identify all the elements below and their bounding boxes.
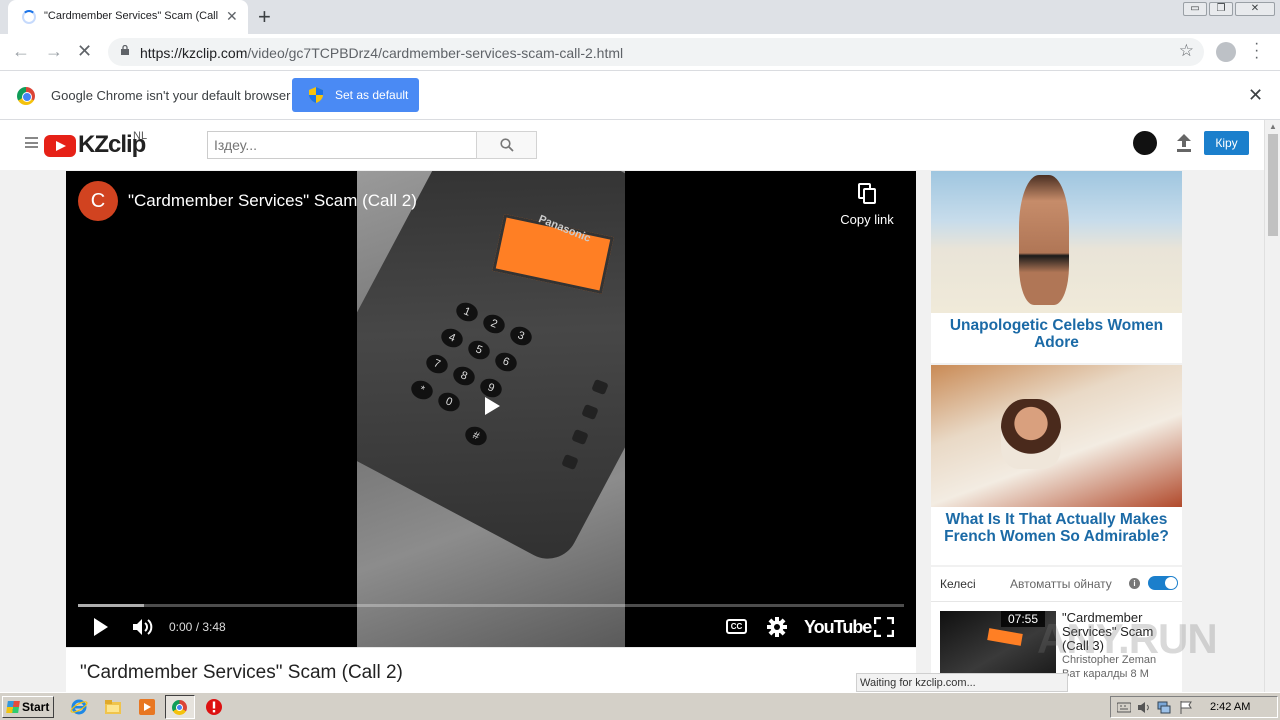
system-tray: 2:42 AM (1110, 696, 1278, 718)
minimize-button[interactable]: ▭ (1183, 2, 1207, 16)
volume-icon[interactable] (133, 617, 155, 637)
user-avatar[interactable] (1133, 131, 1157, 155)
video-player[interactable]: Panasonic 1 2 3 4 5 6 7 8 9 * 0 # C "Car… (66, 171, 916, 647)
tab-title: "Cardmember Services" Scam (Call 2 (44, 10, 220, 22)
big-play-button[interactable] (474, 384, 510, 428)
play-icon[interactable] (94, 618, 108, 636)
chrome-logo-icon (17, 87, 35, 105)
stop-loading-icon[interactable]: ✕ (77, 41, 92, 62)
progress-bar[interactable] (78, 604, 904, 607)
anyrun-watermark: ANY.RUN (1037, 615, 1218, 662)
scrollbar-thumb[interactable] (1268, 134, 1278, 236)
restore-button[interactable]: ❐ (1209, 2, 1233, 16)
sponsored-ad[interactable]: Unapologetic Celebs Women Adore (931, 171, 1182, 363)
ad-figure (1019, 175, 1069, 305)
status-bubble: Waiting for kzclip.com... (856, 673, 1068, 692)
chrome-icon (172, 700, 187, 715)
search-input[interactable] (207, 131, 477, 159)
ad-image[interactable] (931, 365, 1182, 507)
up-next-label: Келесі (940, 577, 976, 591)
speaker-icon[interactable] (1137, 701, 1151, 714)
page-scrollbar[interactable]: ▲ (1264, 120, 1280, 692)
fullscreen-icon[interactable] (874, 617, 894, 637)
login-button[interactable]: Кіру (1204, 131, 1249, 155)
tab-close-icon[interactable]: ✕ (226, 8, 238, 25)
action-center-flag-icon[interactable] (1179, 701, 1193, 714)
player-video-title[interactable]: "Cardmember Services" Scam (Call 2) (128, 191, 417, 211)
ad-caption[interactable]: What Is It That Actually Makes French Wo… (935, 511, 1178, 545)
url-text: https://kzclip.com/video/gc7TCPBDrz4/car… (140, 45, 623, 61)
profile-avatar-icon[interactable] (1216, 42, 1236, 62)
copy-link-label: Copy link (840, 212, 894, 227)
bookmark-star-icon[interactable]: ☆ (1179, 41, 1194, 61)
url-host: https://kzclip.com (140, 45, 248, 61)
ad-image[interactable] (931, 171, 1182, 313)
antivirus-alert-icon[interactable] (205, 698, 223, 716)
media-player-icon[interactable] (138, 698, 156, 716)
site-header: KZclip NL Кіру (0, 120, 1264, 170)
new-tab-button[interactable]: + (258, 4, 271, 30)
set-as-default-label: Set as default (335, 88, 409, 102)
address-bar[interactable]: https://kzclip.com/video/gc7TCPBDrz4/car… (108, 38, 1204, 66)
loading-spinner-icon (22, 10, 36, 24)
browser-toolbar: ← → ✕ https://kzclip.com/video/gc7TCPBDr… (0, 34, 1280, 71)
default-browser-infobar: Google Chrome isn't your default browser… (0, 71, 1280, 120)
ad-caption[interactable]: Unapologetic Celebs Women Adore (935, 317, 1178, 351)
url-path: /video/gc7TCPBDrz4/cardmember-services-s… (247, 45, 624, 61)
web-page: KZclip NL Кіру Panasonic 1 2 3 4 5 6 7 8… (0, 120, 1264, 692)
taskbar: Start 2:42 AM (0, 692, 1280, 720)
channel-avatar[interactable]: C (78, 181, 118, 221)
browser-tab[interactable]: "Cardmember Services" Scam (Call 2 ✕ (8, 0, 248, 34)
lock-icon (121, 45, 129, 55)
network-icon[interactable] (1157, 701, 1171, 714)
thumbnail-phone-display (987, 628, 1023, 646)
autoplay-toggle[interactable] (1148, 576, 1178, 590)
copy-icon (858, 183, 876, 204)
uac-shield-icon (309, 87, 323, 103)
start-button[interactable]: Start (2, 696, 54, 718)
progress-loaded (78, 604, 145, 607)
tab-strip: "Cardmember Services" Scam (Call 2 ✕ + ▭… (0, 0, 1280, 34)
region-label: NL (133, 130, 148, 142)
video-heading: "Cardmember Services" Scam (Call 2) (80, 662, 403, 683)
copy-link-button[interactable]: Copy link (836, 183, 898, 227)
ad-figure (1001, 399, 1061, 469)
kzclip-logo-icon[interactable] (44, 135, 76, 157)
youtube-logo[interactable]: YouTube (804, 617, 872, 638)
sponsored-ad[interactable]: What Is It That Actually Makes French Wo… (931, 365, 1182, 565)
internet-explorer-icon[interactable] (70, 698, 88, 716)
taskbar-clock[interactable]: 2:42 AM (1210, 701, 1250, 713)
hamburger-menu-icon[interactable] (25, 137, 38, 148)
autoplay-label: Автоматты ойнату (1010, 577, 1112, 591)
infobar-close-icon[interactable]: ✕ (1248, 85, 1263, 106)
search-button[interactable] (476, 131, 537, 159)
divider (931, 601, 1182, 602)
settings-gear-icon[interactable] (766, 616, 788, 638)
scroll-up-icon[interactable]: ▲ (1269, 122, 1277, 131)
time-display: 0:00 / 3:48 (169, 620, 226, 634)
chrome-menu-icon[interactable]: · · · (1254, 36, 1259, 66)
close-window-button[interactable]: ✕ (1235, 2, 1275, 16)
info-icon[interactable]: i (1129, 578, 1140, 589)
search-icon (500, 138, 514, 152)
up-next-views: Ват каралды 8 М (1062, 668, 1149, 680)
set-as-default-button[interactable]: Set as default (292, 78, 419, 112)
windows-logo-icon (6, 701, 20, 713)
back-arrow-icon[interactable]: ← (12, 41, 30, 62)
start-label: Start (22, 700, 50, 714)
folder-icon[interactable] (104, 698, 122, 716)
infobar-message: Google Chrome isn't your default browser (51, 88, 291, 103)
upload-icon[interactable] (1176, 134, 1192, 152)
captions-button[interactable]: CC (726, 619, 747, 634)
taskbar-chrome-button[interactable] (165, 695, 195, 719)
keyboard-icon[interactable] (1117, 701, 1131, 714)
video-heading-bar: "Cardmember Services" Scam (Call 2) (66, 647, 916, 692)
forward-arrow-icon[interactable]: → (45, 41, 63, 62)
